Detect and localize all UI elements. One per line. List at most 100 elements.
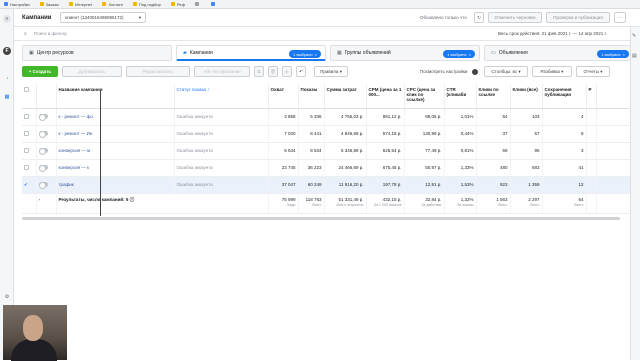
row-checkbox[interactable] bbox=[24, 147, 29, 153]
campaign-toggle[interactable] bbox=[38, 165, 48, 173]
col-header[interactable]: Сумма затрат bbox=[324, 84, 367, 109]
table-row[interactable]: конверсия — к Ошибка аккаунта 23 745 36 … bbox=[22, 159, 633, 177]
col-header[interactable]: Охват bbox=[268, 84, 299, 109]
favicon-icon bbox=[210, 2, 215, 6]
discard-draft-button[interactable]: Отменить черновик bbox=[488, 12, 542, 23]
horizontal-scrollbar[interactable] bbox=[22, 217, 620, 220]
table-row[interactable]: ✔ трафик Ошибка аккаунта 37 047 60 249 1… bbox=[22, 176, 633, 194]
bookmark[interactable]: Реф bbox=[170, 2, 185, 7]
spent-cell: 5 346,89 р. bbox=[324, 142, 367, 160]
col-header[interactable]: Клики (все) bbox=[510, 84, 543, 109]
campaign-name-link[interactable]: конверсия — м bbox=[56, 142, 175, 160]
bookmarks-bar: Настройки Заказы Интернет Хостинг Под по… bbox=[0, 0, 640, 9]
overview-icon[interactable]: ◔ bbox=[3, 75, 11, 83]
date-range-picker[interactable]: Весь срок действия: 21 фев 2021 г. — 14 … bbox=[498, 31, 607, 36]
clicks-cell: 95 bbox=[510, 142, 543, 160]
chart-icon[interactable]: ▤ bbox=[632, 53, 637, 59]
cpm-cell: 574,18 р. bbox=[366, 125, 405, 143]
tab-ads[interactable]: ▭ Объявления 1 выбрано × bbox=[484, 45, 634, 61]
reach-cell: 23 745 bbox=[268, 159, 299, 177]
bookmark[interactable] bbox=[194, 2, 201, 6]
tab-resource-center[interactable]: ▣ Центр ресурсов bbox=[22, 45, 172, 61]
col-header[interactable]: Название кампании bbox=[56, 84, 175, 109]
col-header[interactable]: Показы bbox=[298, 84, 325, 109]
col-header[interactable]: Сохранения публикации bbox=[542, 84, 587, 109]
cpm-cell: 891,12 р. bbox=[366, 108, 405, 126]
impressions-cell: 36 223 bbox=[298, 159, 325, 177]
campaign-name-link[interactable]: к - ремонт — фо bbox=[56, 108, 175, 126]
more-button[interactable]: ··· bbox=[614, 12, 626, 23]
checkmark-icon[interactable]: ✔ bbox=[24, 182, 28, 187]
campaign-name-link[interactable]: трафик bbox=[56, 176, 175, 194]
reports-button[interactable]: Отчеты ▾ bbox=[576, 66, 610, 77]
menu-icon[interactable]: ≡ bbox=[3, 15, 11, 23]
bookmark[interactable]: Хостинг bbox=[102, 2, 123, 7]
impressions-cell: 5 336 bbox=[298, 108, 325, 126]
breakdown-button[interactable]: Разбивка ▾ bbox=[532, 66, 572, 77]
campaign-toggle[interactable] bbox=[38, 131, 48, 139]
saves-cell: 41 bbox=[542, 159, 587, 177]
col-header[interactable]: CPM (цена за 1 000... bbox=[366, 84, 405, 109]
bookmark[interactable] bbox=[210, 2, 217, 6]
row-checkbox[interactable] bbox=[24, 113, 29, 119]
create-button[interactable]: + Создать bbox=[22, 66, 58, 77]
row-checkbox[interactable] bbox=[24, 164, 29, 170]
table-row[interactable]: конверсия — м Ошибка аккаунта 6 534 8 53… bbox=[22, 142, 633, 160]
selected-pill[interactable]: 1 выбрано × bbox=[597, 50, 629, 58]
col-header[interactable]: Статус показа ↑ bbox=[174, 84, 269, 109]
search-input[interactable]: Поиск и фильтр bbox=[34, 31, 67, 36]
reach-cell: 6 534 bbox=[268, 142, 299, 160]
ab-test-button[interactable]: A/B-тестирование bbox=[194, 66, 250, 77]
folder-icon bbox=[102, 2, 107, 6]
campaign-toggle[interactable] bbox=[38, 182, 48, 190]
cpc-cell: 77,49 р. bbox=[404, 142, 445, 160]
top-bar: Кампании клиент (1340616499095172) ▾ Обно… bbox=[14, 9, 640, 27]
edit-button[interactable]: Редактировать bbox=[126, 66, 190, 77]
table-view-icon[interactable]: ▦ bbox=[3, 93, 11, 101]
selected-pill[interactable]: 1 выбрано × bbox=[443, 50, 475, 58]
campaign-name-link[interactable]: конверсия — к bbox=[56, 159, 175, 177]
bookmark[interactable]: Настройки bbox=[4, 2, 30, 7]
col-header[interactable]: Клики по ссылке bbox=[476, 84, 511, 109]
copy-button[interactable]: ⧉ bbox=[254, 66, 264, 77]
account-avatar[interactable]: F bbox=[3, 47, 11, 55]
impressions-cell: 8 534 bbox=[298, 142, 325, 160]
copy-icon: ⧉ bbox=[257, 69, 261, 74]
tab-campaigns[interactable]: ▰ Кампании 1 выбрано × bbox=[176, 45, 326, 61]
selected-pill[interactable]: 1 выбрано × bbox=[289, 50, 321, 58]
col-header[interactable]: CTR (кликаби bbox=[444, 84, 477, 109]
campaign-toggle[interactable] bbox=[38, 148, 48, 156]
view-setup-toggle[interactable] bbox=[472, 69, 478, 75]
reach-cell: 7 020 bbox=[268, 125, 299, 143]
settings-icon[interactable]: ⚙ bbox=[3, 293, 11, 301]
bookmark[interactable]: Интернет bbox=[69, 2, 92, 7]
review-publish-button[interactable]: Проверка и публикация bbox=[546, 12, 610, 23]
campaign-name-link[interactable]: к - ремонт — Ин bbox=[56, 125, 175, 143]
row-checkbox[interactable] bbox=[24, 130, 29, 136]
rules-button[interactable]: Правила ▾ bbox=[314, 66, 348, 77]
bookmark[interactable]: Заказы bbox=[39, 2, 59, 7]
text-cursor bbox=[100, 90, 101, 216]
expand-icon[interactable]: › bbox=[39, 197, 41, 202]
edit-panel-icon[interactable]: ✎ bbox=[632, 33, 636, 39]
duplicate-button[interactable]: Дублировать bbox=[62, 66, 122, 77]
account-select[interactable]: клиент (1340616499095172) ▾ bbox=[60, 12, 146, 23]
campaign-toggle[interactable] bbox=[38, 114, 48, 122]
webcam-overlay bbox=[3, 305, 67, 361]
refresh-button[interactable]: ↻ bbox=[474, 12, 484, 23]
undo-button[interactable]: ↶ bbox=[296, 66, 306, 77]
select-all-cell[interactable] bbox=[22, 84, 37, 109]
level-tabs: ▣ Центр ресурсов ▰ Кампании 1 выбрано × ▦ Гр… bbox=[14, 43, 640, 63]
col-header[interactable]: CPC (цена за клик по ссылке) bbox=[404, 84, 445, 109]
table-row[interactable]: к - ремонт — Ин Ошибка аккаунта 7 020 8 … bbox=[22, 125, 633, 143]
delete-button[interactable]: 🗑 bbox=[268, 66, 278, 77]
col-header[interactable]: Р bbox=[586, 84, 597, 109]
select-all-checkbox[interactable] bbox=[24, 87, 29, 92]
search-bar[interactable]: ⌕ Поиск и фильтр Весь срок действия: 21 … bbox=[14, 27, 640, 41]
tag-button[interactable]: ⬖ bbox=[282, 66, 292, 77]
columns-button[interactable]: Столбцы: вс ▾ bbox=[484, 66, 528, 77]
info-icon: ⓘ bbox=[129, 196, 135, 202]
bookmark[interactable]: Под подбор bbox=[133, 2, 161, 7]
tab-ad-sets[interactable]: ▦ Группы объявлений 1 выбрано × bbox=[330, 45, 480, 61]
table-row[interactable]: к - ремонт — фо Ошибка аккаунта 3 858 5 … bbox=[22, 108, 633, 126]
